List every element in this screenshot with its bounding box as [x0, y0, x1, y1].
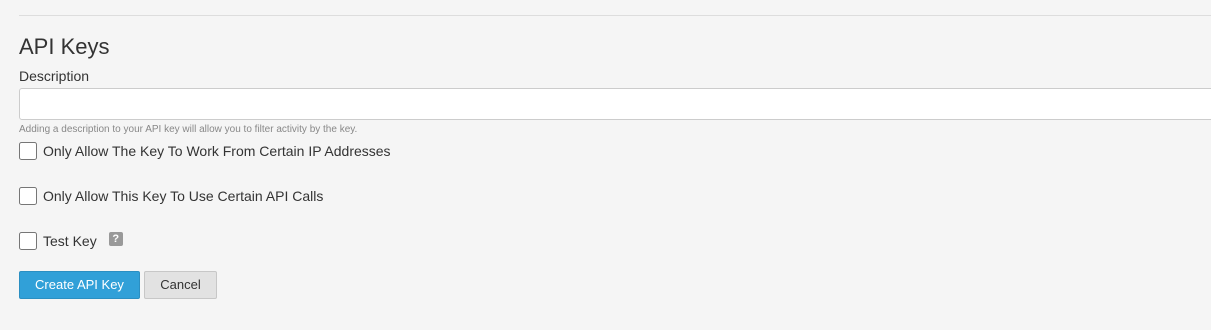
api-calls-restriction-label[interactable]: Only Allow This Key To Use Certain API C…	[43, 187, 323, 205]
api-calls-restriction-checkbox[interactable]	[19, 187, 37, 205]
cancel-button[interactable]: Cancel	[144, 271, 217, 299]
top-divider	[19, 15, 1211, 16]
ip-restriction-option[interactable]: Only Allow The Key To Work From Certain …	[19, 141, 391, 161]
api-calls-restriction-option[interactable]: Only Allow This Key To Use Certain API C…	[19, 186, 323, 206]
create-api-key-button[interactable]: Create API Key	[19, 271, 140, 299]
ip-restriction-label[interactable]: Only Allow The Key To Work From Certain …	[43, 142, 391, 160]
description-help-text: Adding a description to your API key wil…	[19, 124, 358, 135]
question-mark-icon[interactable]: ?	[108, 232, 123, 246]
test-key-checkbox[interactable]	[19, 232, 37, 250]
page-title: API Keys	[19, 34, 110, 59]
description-input[interactable]	[19, 88, 1211, 120]
test-key-option[interactable]: Test Key ?	[19, 231, 123, 251]
description-label: Description	[19, 68, 90, 84]
test-key-label[interactable]: Test Key	[43, 232, 97, 250]
api-keys-page: API Keys Description Adding a descriptio…	[0, 0, 1211, 330]
ip-restriction-checkbox[interactable]	[19, 142, 37, 160]
